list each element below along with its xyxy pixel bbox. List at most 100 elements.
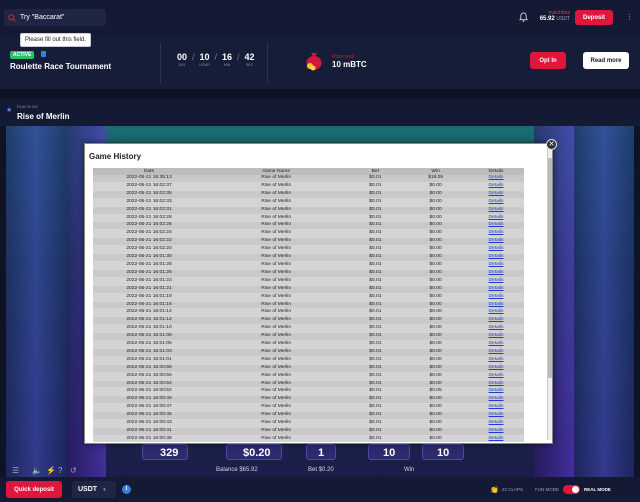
table-row: 2022-05-21 16:00:47 Rise of Merlin $0.01 $0…	[93, 403, 524, 413]
table-row: 2022-05-21 16:35:13 Rise of Merlin $0.01 $1…	[93, 175, 524, 183]
details-link[interactable]: Details	[467, 316, 524, 326]
details-link[interactable]: Details	[467, 387, 524, 397]
cell-date: 2022-05-21 16:01:21	[93, 285, 206, 294]
cell-date: 2022-05-21 16:00:45	[93, 411, 206, 421]
details-link[interactable]: Details	[467, 427, 524, 436]
cell-game: Rise of Merlin	[205, 229, 348, 239]
mode-toggle[interactable]	[563, 485, 580, 494]
details-link[interactable]: Details	[467, 395, 524, 405]
details-link[interactable]: Details	[467, 308, 524, 318]
countdown-separator: /	[214, 52, 218, 62]
cell-win: $0.00	[403, 324, 468, 334]
scrollbar[interactable]	[547, 148, 552, 440]
details-link[interactable]: Details	[467, 190, 524, 199]
cell-bet: $0.01	[347, 277, 404, 286]
cell-win: $0.00	[403, 435, 468, 442]
details-link[interactable]: Details	[467, 261, 524, 270]
game-counter-right2: 10	[437, 447, 450, 459]
scroll-thumb[interactable]	[548, 158, 552, 378]
cell-game: Rise of Merlin	[205, 237, 348, 247]
details-link[interactable]: Details	[467, 221, 524, 231]
real-mode-label: REAL MODE	[584, 487, 611, 492]
details-link[interactable]: Details	[467, 324, 524, 334]
cell-game: Rise of Merlin	[205, 364, 348, 373]
details-link[interactable]: Details	[467, 214, 524, 223]
details-link[interactable]: Details	[467, 403, 524, 413]
details-link[interactable]: Details	[467, 175, 524, 183]
cell-win: $0.00	[403, 182, 468, 191]
search-box[interactable]	[4, 9, 106, 26]
table-row: 2022-05-21 16:01:12 Rise of Merlin $0.01 $0…	[93, 316, 524, 326]
history-table: Date Game Name Bet Win Details 2022-05-2…	[93, 168, 524, 442]
details-link[interactable]: Details	[467, 245, 524, 255]
details-link[interactable]: Details	[467, 419, 524, 428]
info-icon[interactable]: i	[122, 485, 131, 494]
details-link[interactable]: Details	[467, 229, 524, 239]
cell-bet: $0.01	[347, 301, 404, 310]
cell-win: $0.00	[403, 340, 468, 349]
cell-game: Rise of Merlin	[205, 427, 348, 436]
more-icon[interactable]: ⋮	[626, 13, 633, 21]
cell-date: 2022-05-21 16:02:31	[93, 206, 206, 215]
deposit-button[interactable]: Deposit	[575, 10, 613, 25]
details-link[interactable]: Details	[467, 340, 524, 349]
favorite-star-icon[interactable]: ★	[6, 106, 12, 114]
user-balance[interactable]: matchbox 65.92 USDT	[538, 10, 570, 22]
cell-win: $0.00	[403, 356, 468, 365]
details-link[interactable]: Details	[467, 206, 524, 215]
cell-bet: $0.01	[347, 340, 404, 349]
countdown-timer: 00 DAY / 10 HOUR / 16 MIN / 42 SEC	[175, 52, 257, 67]
history-icon[interactable]: ↺	[70, 466, 77, 475]
details-link[interactable]: Details	[467, 301, 524, 310]
cell-date: 2022-05-21 16:02:37	[93, 182, 206, 191]
details-link[interactable]: Details	[467, 356, 524, 365]
details-link[interactable]: Details	[467, 435, 524, 442]
quick-deposit-button[interactable]: Quick deposit	[6, 481, 62, 498]
cell-bet: $0.01	[347, 427, 404, 436]
cell-bet: $0.01	[347, 198, 404, 207]
cell-bet: $0.01	[347, 435, 404, 442]
help-icon[interactable]: ?	[58, 466, 62, 475]
validation-tooltip: Please fill out this field.	[20, 33, 92, 47]
game-counter-right: 10	[383, 447, 396, 459]
cell-game: Rise of Merlin	[205, 253, 348, 262]
details-link[interactable]: Details	[467, 285, 524, 294]
cell-date: 2022-05-21 16:00:41	[93, 427, 206, 436]
details-link[interactable]: Details	[467, 198, 524, 207]
column-header-bet: Bet	[347, 168, 404, 175]
history-table-wrapper[interactable]: Date Game Name Bet Win Details 2022-05-2…	[93, 168, 524, 442]
details-link[interactable]: Details	[467, 293, 524, 302]
cell-bet: $0.01	[347, 293, 404, 302]
details-link[interactable]: Details	[467, 277, 524, 286]
details-link[interactable]: Details	[467, 372, 524, 381]
search-input[interactable]	[20, 14, 100, 21]
details-link[interactable]: Details	[467, 380, 524, 389]
details-link[interactable]: Details	[467, 182, 524, 191]
cell-date: 2022-05-21 16:02:26	[93, 221, 206, 231]
lightning-icon[interactable]: ⚡	[46, 466, 56, 475]
opt-in-button[interactable]: Opt In	[530, 52, 566, 69]
details-link[interactable]: Details	[467, 253, 524, 262]
game-provider: PLAY'N GO	[17, 104, 38, 109]
cell-game: Rise of Merlin	[205, 316, 348, 326]
sound-icon[interactable]: 🔈	[32, 466, 42, 475]
cell-game: Rise of Merlin	[205, 293, 348, 302]
currency-select[interactable]: USDT ▾	[72, 481, 116, 498]
read-more-button[interactable]: Read more	[583, 52, 629, 69]
close-icon[interactable]: ✕	[546, 139, 557, 150]
details-link[interactable]: Details	[467, 364, 524, 373]
bell-icon[interactable]	[519, 12, 528, 22]
cell-game: Rise of Merlin	[205, 301, 348, 310]
menu-icon[interactable]: ☰	[12, 466, 19, 475]
info-icon[interactable]	[41, 51, 46, 57]
details-link[interactable]: Details	[467, 348, 524, 357]
details-link[interactable]: Details	[467, 269, 524, 278]
cell-game: Rise of Merlin	[205, 340, 348, 349]
cell-date: 2022-05-21 16:00:47	[93, 403, 206, 413]
details-link[interactable]: Details	[467, 237, 524, 247]
cell-win: $0.00	[403, 269, 468, 278]
table-row: 2022-05-21 16:00:43 Rise of Merlin $0.01 $0…	[93, 419, 524, 428]
details-link[interactable]: Details	[467, 411, 524, 421]
table-row: 2022-05-21 16:02:26 Rise of Merlin $0.01 $0…	[93, 221, 524, 231]
details-link[interactable]: Details	[467, 332, 524, 342]
